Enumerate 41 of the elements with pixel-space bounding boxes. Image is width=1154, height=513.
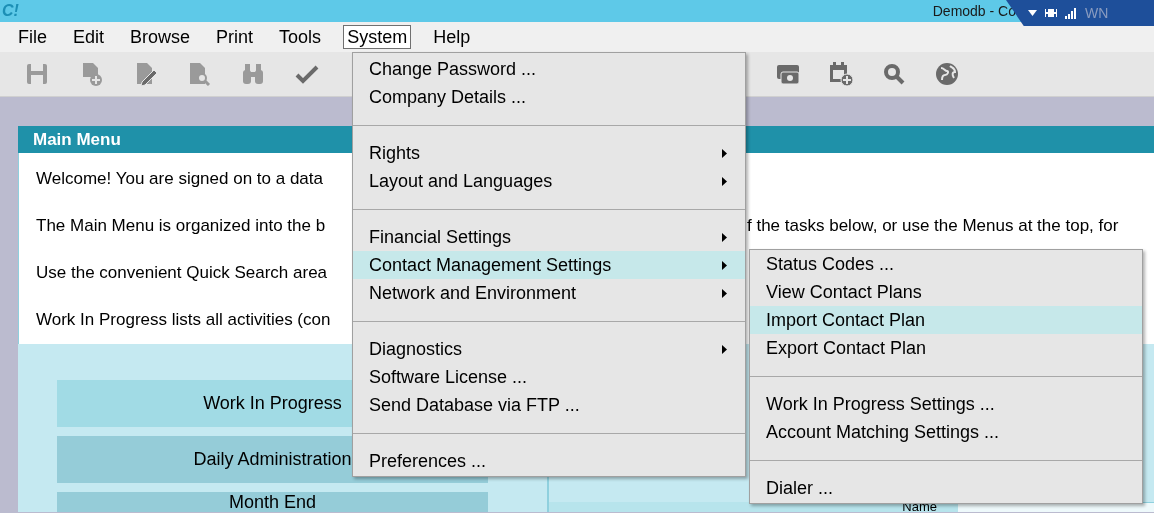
submenu-arrow-icon: [722, 288, 727, 298]
menu-option[interactable]: View Contact Plans: [750, 278, 1142, 306]
welcome-text: The Main Menu is organized into the b: [36, 215, 326, 235]
welcome-text: Work In Progress lists all activities (con: [36, 309, 331, 329]
submenu-arrow-icon: [722, 344, 727, 354]
welcome-text: f the tasks below, or use the Menus at the top, for: [747, 214, 1119, 237]
menu-item[interactable]: System: [343, 25, 412, 49]
menu-option[interactable]: Import Contact Plan: [750, 306, 1142, 334]
calendar-add-icon[interactable]: [829, 62, 853, 86]
welcome-text: Use the convenient Quick Search area: [36, 262, 328, 282]
caret-icon[interactable]: [1028, 10, 1037, 16]
menu-item[interactable]: Edit: [69, 25, 109, 49]
menu-option[interactable]: Network and Environment: [353, 279, 745, 307]
tray-text: WN: [1085, 3, 1109, 23]
submenu-arrow-icon: [722, 148, 727, 158]
menu-option[interactable]: Contact Management Settings: [353, 251, 745, 279]
welcome-text: Welcome! You are signed on to a data: [36, 168, 323, 188]
document-search-icon[interactable]: [187, 62, 211, 86]
submenu-arrow-icon: [722, 260, 727, 270]
menu-item[interactable]: Tools: [275, 25, 326, 49]
menu-option[interactable]: Status Codes ...: [750, 250, 1142, 278]
submenu-arrow-icon: [722, 232, 727, 242]
main-menu-button[interactable]: Month End: [57, 492, 488, 512]
signal-icon: [1065, 7, 1077, 19]
menu-option[interactable]: Work In Progress Settings ...: [750, 390, 1142, 418]
menu-item[interactable]: Browse: [126, 25, 195, 49]
binoculars-icon[interactable]: [241, 62, 265, 86]
menu-option[interactable]: Financial Settings: [353, 223, 745, 251]
menu-option[interactable]: Dialer ...: [750, 474, 1142, 502]
menu-option[interactable]: Account Matching Settings ...: [750, 418, 1142, 446]
menu-item[interactable]: Print: [212, 25, 258, 49]
menu-option[interactable]: Diagnostics: [353, 335, 745, 363]
menu-item[interactable]: File: [14, 25, 51, 49]
app-logo: C!: [2, 1, 19, 21]
credit-card-icon[interactable]: [776, 62, 800, 86]
submenu-arrow-icon: [722, 176, 727, 186]
search-icon[interactable]: [882, 62, 906, 86]
menu-option[interactable]: Export Contact Plan: [750, 334, 1142, 362]
menu-option[interactable]: Company Details ...: [353, 83, 745, 111]
menu-item[interactable]: Help: [429, 25, 475, 49]
menu-option[interactable]: Layout and Languages: [353, 167, 745, 195]
